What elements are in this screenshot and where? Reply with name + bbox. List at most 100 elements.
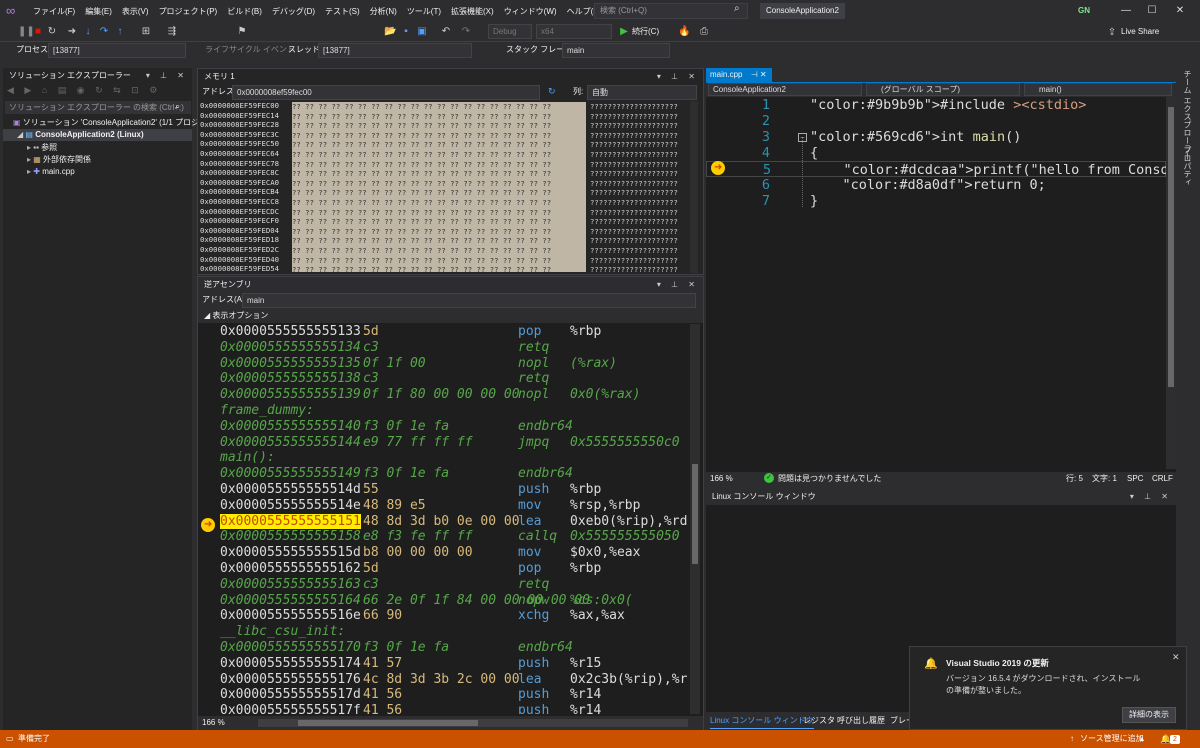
step-into-icon[interactable]: ↓	[82, 26, 94, 38]
menu-item[interactable]: 表示(V)	[117, 6, 154, 17]
memory-char-row[interactable]: ????????????????????	[590, 102, 684, 112]
memory-hex-row[interactable]: ?? ?? ?? ?? ?? ?? ?? ?? ?? ?? ?? ?? ?? ?…	[292, 227, 586, 237]
memory-scrollbar[interactable]	[690, 101, 698, 273]
memory-hex-column[interactable]: ?? ?? ?? ?? ?? ?? ?? ?? ?? ?? ?? ?? ?? ?…	[292, 102, 586, 272]
add-to-source-control-button[interactable]: ソース管理に追加	[1080, 730, 1144, 748]
disassembly-line[interactable]: 0x0000555555555144 e9 77 ff ff ff jmpq 0x55…	[220, 435, 688, 451]
tab-main-cpp[interactable]: main.cpp ⊣ ✕	[706, 68, 772, 82]
horizontal-scrollbar[interactable]	[258, 719, 688, 727]
hot-reload-icon[interactable]: 🔥	[678, 26, 690, 38]
disassembly-scrollbar[interactable]	[690, 324, 700, 714]
memory-char-row[interactable]: ????????????????????	[590, 265, 684, 272]
disassembly-line[interactable]: 0x0000555555555149 f3 0f 1e fa endbr64	[220, 466, 688, 482]
menu-item[interactable]: ウィンドウ(W)	[499, 6, 562, 17]
code-line[interactable]: 3 "color:#569cd6">int main()	[706, 129, 1166, 145]
open-folder-icon[interactable]: 📂	[384, 26, 396, 38]
disassembly-line[interactable]: 0x000055555555517f 41 56 push %r14	[220, 703, 688, 714]
memory-char-row[interactable]: ????????????????????	[590, 169, 684, 179]
memory-char-row[interactable]: ????????????????????	[590, 112, 684, 122]
memory-address-input[interactable]: 0x0000008ef59fec00	[232, 85, 540, 100]
menu-item[interactable]: ビルド(B)	[222, 6, 267, 17]
redo-icon[interactable]: ↷	[460, 26, 472, 38]
menu-item[interactable]: デバッグ(D)	[267, 6, 320, 17]
project-node[interactable]: ◢ ▤ ConsoleApplication2 (Linux)	[3, 129, 192, 141]
lifecycle-events-button[interactable]: ライフサイクル イベント	[205, 43, 295, 57]
memory-hex-row[interactable]: ?? ?? ?? ?? ?? ?? ?? ?? ?? ?? ?? ?? ?? ?…	[292, 246, 586, 256]
screenshot-icon[interactable]: ⎙	[698, 26, 710, 38]
memory-char-row[interactable]: ????????????????????	[590, 217, 684, 227]
code-line[interactable]: 4{	[706, 145, 1166, 161]
disassembly-line[interactable]: 0x000055555555517d 41 56 push %r14	[220, 687, 688, 703]
memory-char-row[interactable]: ????????????????????	[590, 188, 684, 198]
issues-status[interactable]: 問題は見つかりませんでした	[778, 472, 881, 486]
disassembly-address-input[interactable]: main	[242, 293, 696, 308]
tab-registers[interactable]: レジスタ	[803, 714, 835, 728]
memory-hex-row[interactable]: ?? ?? ?? ?? ?? ?? ?? ?? ?? ?? ?? ?? ?? ?…	[292, 265, 586, 272]
disassembly-line[interactable]: 0x0000555555555135 0f 1f 00 nopl (%rax)	[220, 356, 688, 372]
stop-icon[interactable]: ■	[32, 26, 44, 38]
step-out-icon[interactable]: ↑	[114, 26, 126, 38]
display-options-toggle[interactable]: ◢ 表示オプション	[198, 308, 703, 323]
memory-hex-row[interactable]: ?? ?? ?? ?? ?? ?? ?? ?? ?? ?? ?? ?? ?? ?…	[292, 102, 586, 112]
disassembly-line[interactable]: 0x0000555555555162 5d pop %rbp	[220, 561, 688, 577]
code-line[interactable]: 1 "color:#9b9b9b">#include ><cstdio>	[706, 97, 1166, 113]
memory-hex-row[interactable]: ?? ?? ?? ?? ?? ?? ?? ?? ?? ?? ?? ?? ?? ?…	[292, 256, 586, 266]
disassembly-line[interactable]: 0x0000555555555174 41 57 push %r15	[220, 656, 688, 672]
close-icon[interactable]: ✕	[760, 70, 767, 79]
menu-item[interactable]: 編集(E)	[80, 6, 117, 17]
menu-item[interactable]: 分析(N)	[365, 6, 402, 17]
memory-char-row[interactable]: ????????????????????	[590, 140, 684, 150]
disassembly-line[interactable]: 0x0000555555555176 4c 8d 3d 3b 2c 00 00 le…	[220, 672, 688, 688]
code-line[interactable]: 7}	[706, 193, 1166, 209]
disassembly-label[interactable]: frame_dummy:	[220, 403, 314, 419]
collapse-icon[interactable]: −	[798, 133, 807, 142]
menu-item[interactable]: ファイル(F)	[28, 6, 80, 17]
menu-item[interactable]: ツール(T)	[402, 6, 446, 17]
memory-char-row[interactable]: ????????????????????	[590, 160, 684, 170]
disassembly-line[interactable]: 0x0000555555555133 5d pop %rbp	[220, 324, 688, 340]
undo-icon[interactable]: ↶	[440, 26, 452, 38]
hex-icon[interactable]: ⊞	[140, 26, 152, 38]
tree-item-references[interactable]: ▸ ▪▪ 参照	[27, 142, 57, 154]
platform-select[interactable]: x64	[536, 24, 612, 39]
view-details-button[interactable]: 詳細の表示	[1122, 707, 1176, 723]
menu-item[interactable]: プロジェクト(P)	[154, 6, 223, 17]
disassembly-line[interactable]: 0x0000555555555134 c3 retq	[220, 340, 688, 356]
memory-hex-row[interactable]: ?? ?? ?? ?? ?? ?? ?? ?? ?? ?? ?? ?? ?? ?…	[292, 140, 586, 150]
memory-char-row[interactable]: ????????????????????	[590, 150, 684, 160]
tab-properties[interactable]: プロパティ	[1182, 146, 1193, 186]
tree-item-external-dependencies[interactable]: ▸ ▦ 外部依存関係	[27, 154, 91, 166]
memory-hex-row[interactable]: ?? ?? ?? ?? ?? ?? ?? ?? ?? ?? ?? ?? ?? ?…	[292, 236, 586, 246]
configuration-select[interactable]: Debug	[488, 24, 532, 39]
solution-search-input[interactable]: ソリューション エクスプローラー の検索 (Ctrl+;)	[5, 101, 191, 114]
memory-column-select[interactable]: 自動	[587, 85, 697, 100]
memory-hex-row[interactable]: ?? ?? ?? ?? ?? ?? ?? ?? ?? ?? ?? ?? ?? ?…	[292, 169, 586, 179]
solution-explorer-toolbar[interactable]: ◀ ▶ ⌂ ▤ ◉ ↻ ⇆ ⊡ ⚙	[7, 85, 192, 99]
disassembly-line[interactable]: 0x000055555555514e 48 89 e5 mov %rsp,%rbp	[220, 498, 688, 514]
disassembly-line[interactable]: 0x0000555555555138 c3 retq	[220, 371, 688, 387]
memory-char-row[interactable]: ????????????????????	[590, 121, 684, 131]
memory-hex-row[interactable]: ?? ?? ?? ?? ?? ?? ?? ?? ?? ?? ?? ?? ?? ?…	[292, 112, 586, 122]
panel-pin-close-icon[interactable]: ▾ ⊥ ✕	[146, 68, 188, 84]
continue-icon[interactable]: ▶	[618, 26, 630, 38]
continue-button[interactable]: 続行(C)	[632, 25, 659, 39]
tab-call-stack[interactable]: 呼び出し履歴	[837, 714, 885, 728]
disassembly-label[interactable]: __libc_csu_init:	[220, 624, 345, 640]
avatar[interactable]: GN	[1076, 4, 1092, 18]
restart-icon[interactable]: ↻	[46, 26, 58, 38]
panel-pin-close-icon[interactable]: ▾ ⊥ ✕	[657, 69, 699, 85]
disassembly-line[interactable]: 0x000055555555514d 55 push %rbp	[220, 482, 688, 498]
search-icon[interactable]: ⌕	[175, 101, 180, 112]
maximize-icon[interactable]: ☐	[1140, 2, 1164, 20]
tree-item-main-cpp[interactable]: ▸ ✚ main.cpp	[27, 166, 75, 178]
disassembly-line[interactable]: 0x000055555555516e 66 90 xchg %ax,%ax	[220, 608, 688, 624]
memory-hex-row[interactable]: ?? ?? ?? ?? ?? ?? ?? ?? ?? ?? ?? ?? ?? ?…	[292, 150, 586, 160]
disassembly-label[interactable]: main():	[220, 450, 275, 466]
save-icon[interactable]: ▪	[400, 26, 412, 38]
minimize-icon[interactable]: —	[1114, 2, 1138, 20]
memory-char-row[interactable]: ????????????????????	[590, 131, 684, 141]
memory-hex-row[interactable]: ?? ?? ?? ?? ?? ?? ?? ?? ?? ?? ?? ?? ?? ?…	[292, 131, 586, 141]
thread-select[interactable]: [13877]	[318, 43, 472, 58]
editor-zoom[interactable]: 166 %	[710, 472, 733, 486]
disassembly-line[interactable]: 0x0000555555555158 e8 f3 fe ff ff callq 0x5…	[220, 529, 688, 545]
